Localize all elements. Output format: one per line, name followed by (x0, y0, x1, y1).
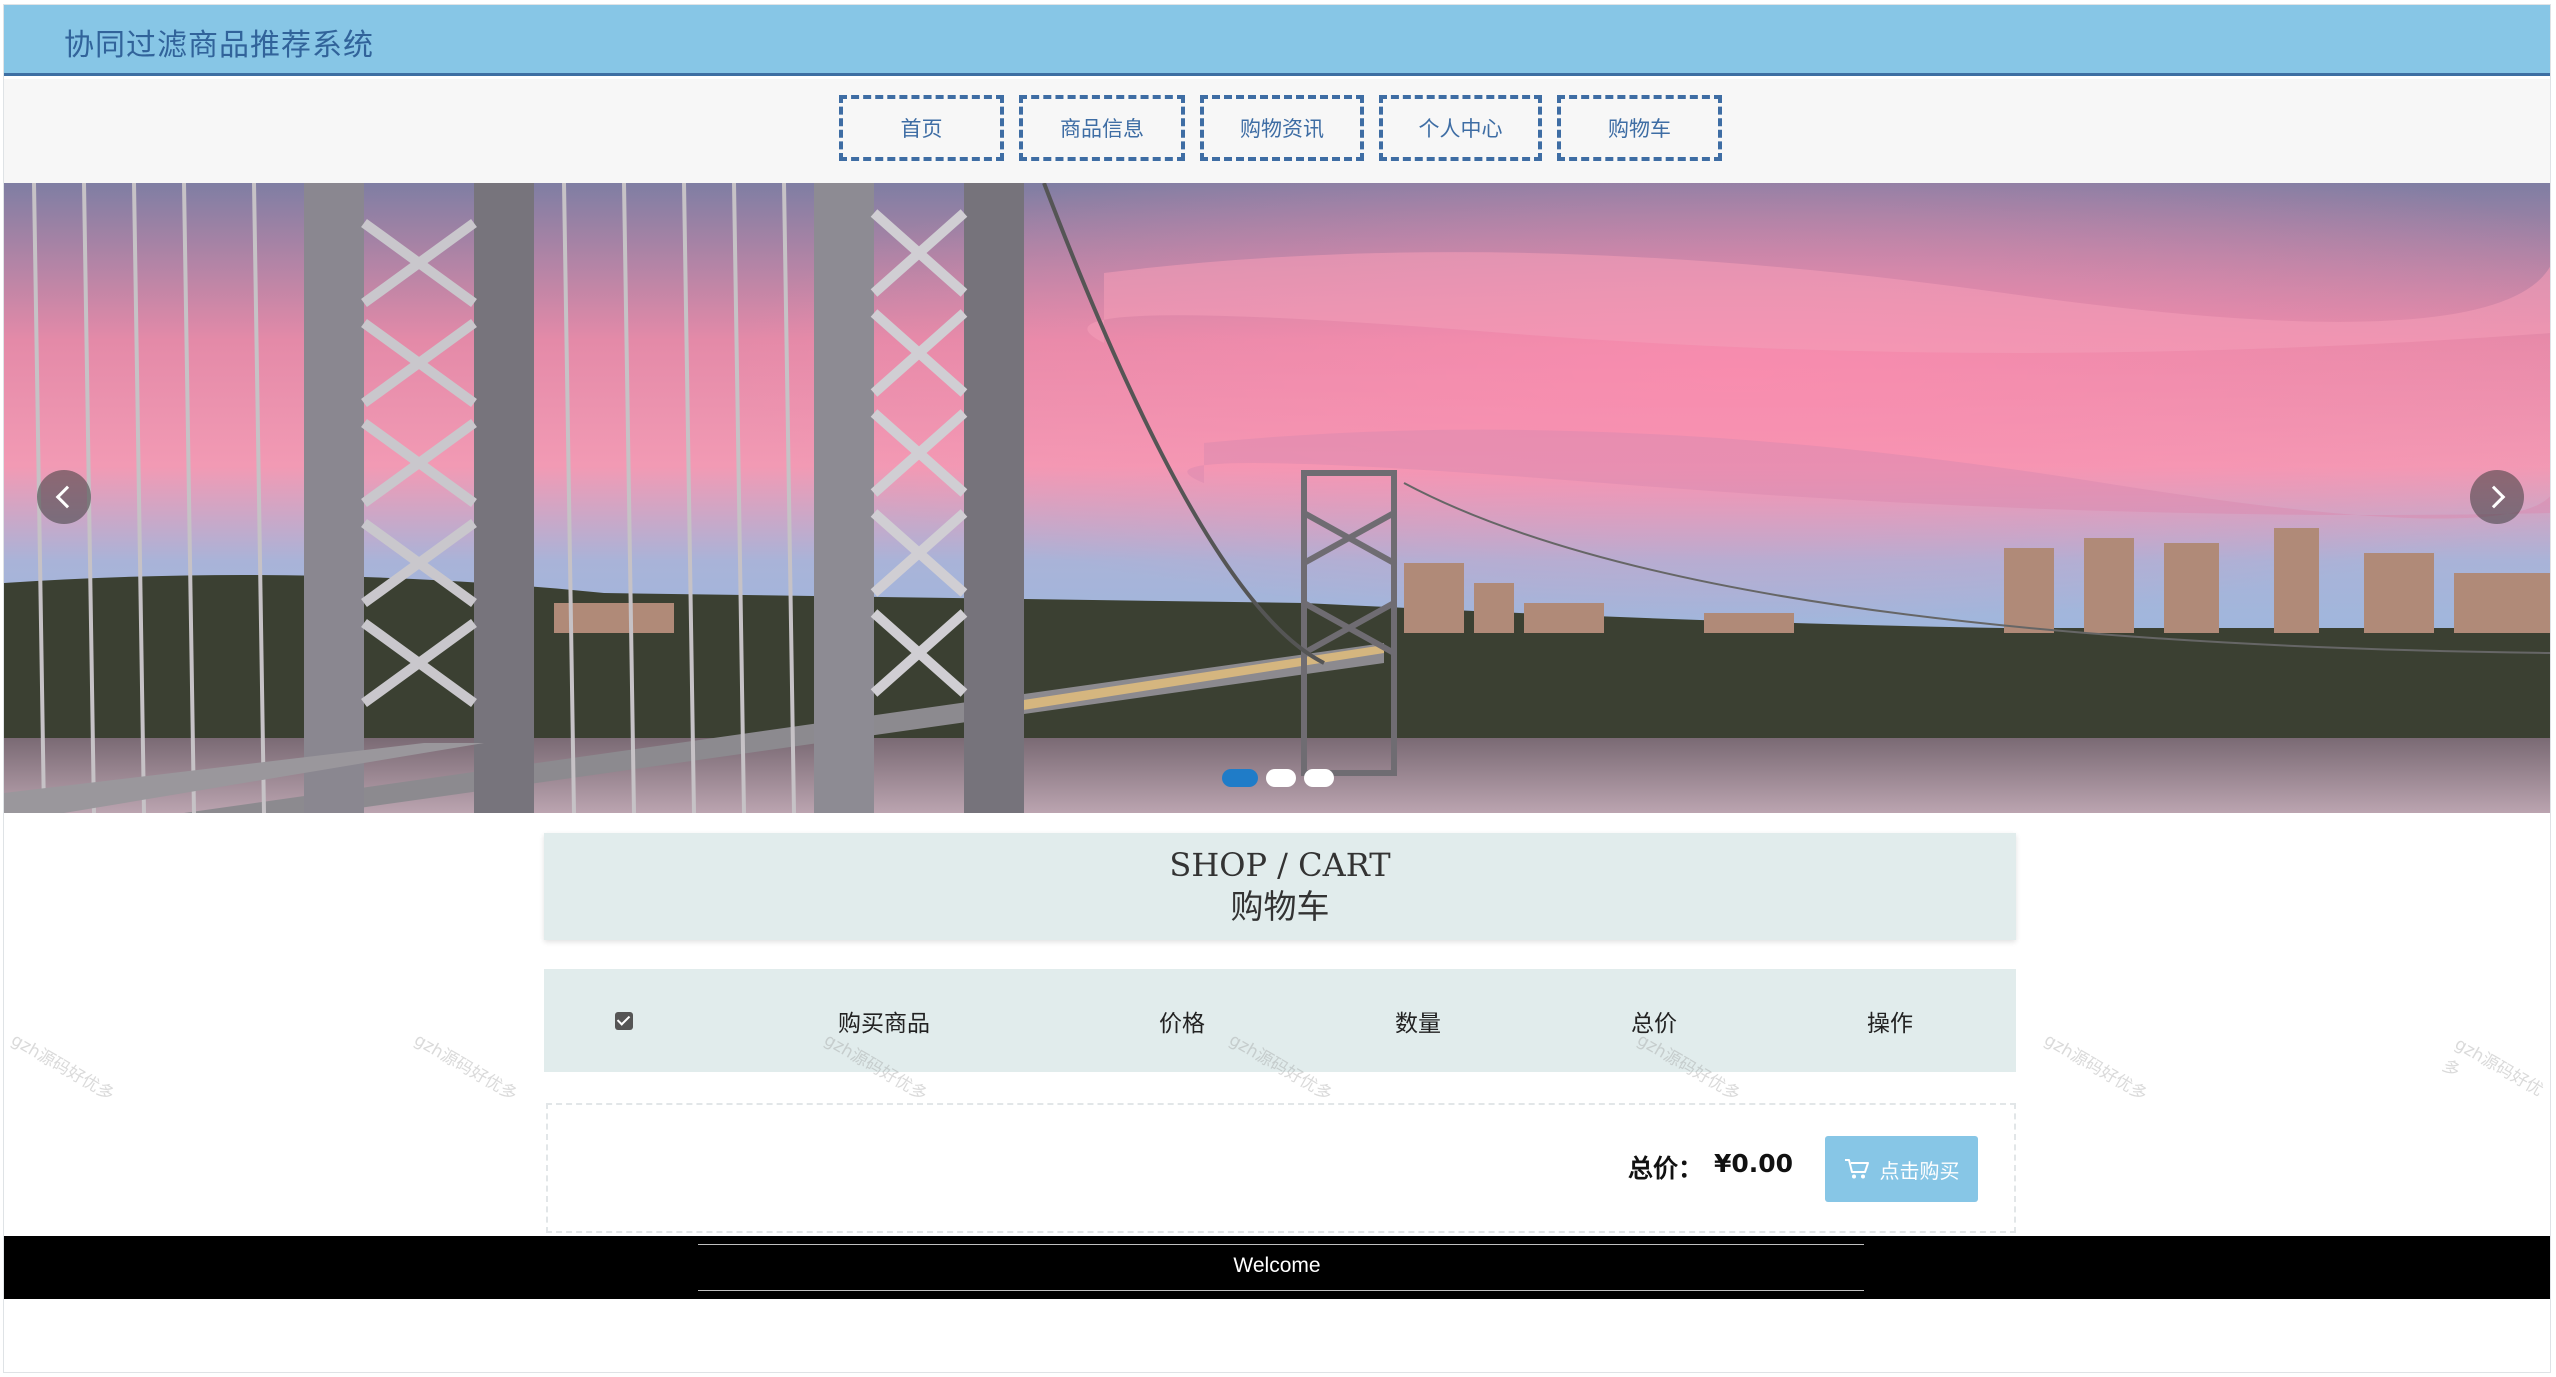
chevron-left-icon (55, 485, 79, 509)
select-all-checkbox[interactable] (615, 1011, 633, 1030)
footer-divider-bottom (698, 1290, 1864, 1291)
column-header-actions: 操作 (1867, 1010, 1913, 1037)
carousel-dot-3[interactable] (1304, 769, 1334, 787)
nav-list: 首页 商品信息 购物资讯 个人中心 购物车 (839, 95, 1722, 161)
column-header-quantity: 数量 (1395, 1010, 1441, 1037)
buy-button-label: 点击购买 (1879, 1158, 1960, 1183)
page-footer: Welcome (4, 1236, 2550, 1299)
section-title-en: SHOP / CART (1169, 846, 1391, 884)
section-heading: SHOP / CART 购物车 (544, 833, 2016, 940)
total-label: 总价： (1628, 1154, 1704, 1183)
watermark: gzh源码好优多 (410, 1030, 521, 1106)
nav-item-profile[interactable]: 个人中心 (1379, 95, 1542, 161)
buy-button[interactable]: 点击购买 (1825, 1136, 1978, 1202)
nav-item-products[interactable]: 商品信息 (1019, 95, 1185, 161)
cart-table-header: 购买商品 价格 数量 总价 操作 (544, 969, 2016, 1072)
nav-item-home[interactable]: 首页 (839, 95, 1004, 161)
main-nav: 首页 商品信息 购物资讯 个人中心 购物车 (4, 79, 2550, 183)
carousel-next-button[interactable] (2470, 470, 2524, 524)
watermark: gzh源码好优多 (2438, 1034, 2547, 1101)
footer-text: Welcome (1233, 1254, 1321, 1277)
cart-icon (1844, 1159, 1869, 1179)
carousel-indicators (1222, 769, 1334, 787)
select-all-cell (544, 1011, 704, 1030)
nav-item-cart[interactable]: 购物车 (1557, 95, 1722, 161)
app-title: 协同过滤商品推荐系统 (64, 28, 374, 63)
section-title-cn: 购物车 (1230, 887, 1330, 926)
top-header: 协同过滤商品推荐系统 (4, 5, 2550, 76)
carousel-prev-button[interactable] (37, 470, 91, 524)
column-header-goods: 购买商品 (838, 1010, 930, 1037)
watermark: gzh源码好优多 (2040, 1030, 2151, 1106)
banner-image (4, 183, 2550, 813)
nav-item-news[interactable]: 购物资讯 (1200, 95, 1364, 161)
carousel-dot-1[interactable] (1222, 769, 1258, 787)
total-value: ¥0.00 (1714, 1149, 1794, 1178)
chevron-right-icon (2482, 485, 2506, 509)
column-header-price: 价格 (1159, 1010, 1205, 1037)
banner-carousel (4, 183, 2550, 813)
cart-summary: 总价： ¥0.00 点击购买 (546, 1103, 2016, 1233)
carousel-dot-2[interactable] (1266, 769, 1296, 787)
column-header-total: 总价 (1631, 1010, 1677, 1037)
watermark: gzh源码好优多 (7, 1030, 118, 1106)
footer-divider-top (698, 1244, 1864, 1245)
app-window: 协同过滤商品推荐系统 首页 商品信息 购物资讯 个人中心 购物车 SHOP / … (3, 4, 2551, 1373)
